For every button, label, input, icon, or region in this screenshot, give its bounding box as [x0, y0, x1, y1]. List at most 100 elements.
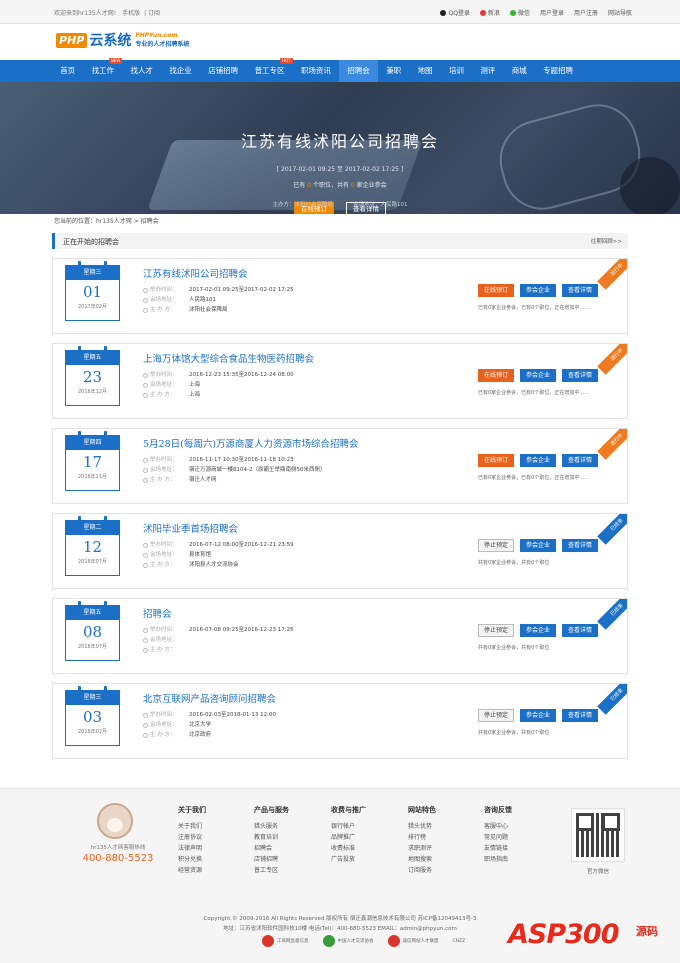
top-bar-left: 欢迎来到hr135人才网! 手机版 | 订阅 — [54, 10, 161, 17]
badge-cnzz[interactable]: CNZZ — [453, 935, 466, 947]
weibo-login[interactable]: 新浪 — [479, 8, 500, 17]
site-nav[interactable]: 网站导航 — [608, 8, 632, 17]
footer-link[interactable]: 关于我们 — [178, 821, 206, 832]
host-icon — [143, 307, 148, 313]
nav-item-label: 专题招聘 — [543, 66, 574, 75]
footer-link[interactable]: 品牌推广 — [331, 832, 366, 843]
nav-item[interactable]: 测评 — [472, 60, 503, 82]
view-detail-button[interactable]: 查看详情 — [562, 709, 598, 722]
section-title: 正在开始的招聘会 — [63, 238, 119, 246]
nav-item[interactable]: 店铺招聘 — [200, 60, 246, 82]
nav-item[interactable]: 职场资讯 — [293, 60, 339, 82]
book-button[interactable]: 在线预订 — [478, 454, 514, 467]
footer-link[interactable]: 店铺招聘 — [254, 854, 289, 865]
footer-link[interactable]: 地图搜索 — [408, 854, 436, 865]
view-detail-button[interactable]: 查看详情 — [562, 284, 598, 297]
user-login[interactable]: 用户登录 — [540, 8, 564, 17]
calendar-icon: 星期五 08 2016年07月 — [65, 601, 120, 661]
nav-item-label: 测评 — [480, 66, 496, 75]
footer-link[interactable]: 收费标准 — [331, 843, 366, 854]
fair-venue-row: 会场地址： 上海 — [143, 380, 468, 390]
fair-title[interactable]: 北京互联网产品咨询顾问招聘会 — [143, 691, 468, 705]
join-companies-button[interactable]: 参会企业 — [520, 284, 556, 297]
footer-link[interactable]: 求职测评 — [408, 843, 436, 854]
fair-day: 01 — [82, 283, 103, 301]
nav-item[interactable]: 培训 — [441, 60, 472, 82]
nav-item[interactable]: 商城 — [504, 60, 535, 82]
footer-link[interactable]: 猎头优势 — [408, 821, 436, 832]
mobile-link[interactable]: 手机版 — [122, 10, 140, 17]
nav-item[interactable]: 找工作 NEW — [83, 58, 123, 82]
footer-link[interactable]: 教育培训 — [254, 832, 289, 843]
fair-card: 星期二 12 2016年07月 沭阳毕业季首场招聘会 举办时间： 2016-07-12 0… — [52, 513, 628, 589]
wechat-login[interactable]: 微信 — [509, 8, 530, 17]
fair-time-row: 举办时间： 2016-07-12 08:00至2016-12-21 23:59 — [143, 540, 468, 550]
fair-day: 17 — [82, 453, 103, 471]
footer-link[interactable]: 招聘会 — [254, 843, 289, 854]
footer-link[interactable]: 经营资源 — [178, 865, 206, 876]
fair-title[interactable]: 招聘会 — [143, 606, 468, 620]
footer-link[interactable]: 客服中心 — [484, 821, 512, 832]
banner-footer: 主办方：沭阳社会保障局 会场地址：人民路101 — [272, 202, 408, 208]
view-detail-button[interactable]: 查看详情 — [562, 369, 598, 382]
view-detail-button[interactable]: 查看详情 — [562, 454, 598, 467]
footer-link[interactable]: 普工专区 — [254, 865, 289, 876]
view-detail-button[interactable]: 查看详情 — [562, 624, 598, 637]
fair-weekday: 星期三 — [66, 261, 119, 280]
nav-item[interactable]: 兼职 — [378, 60, 409, 82]
trust-badges: 工商网监督信息 中国人才交流协会 诚信网站人才联盟 CNZZ — [262, 935, 465, 947]
join-companies-button[interactable]: 参会企业 — [520, 709, 556, 722]
nav-item[interactable]: 找人才 — [122, 60, 161, 82]
badge-credit[interactable]: 诚信网站人才联盟 — [387, 935, 439, 947]
history-link[interactable]: 往期回顾>> — [591, 237, 622, 245]
fair-info: 沭阳毕业季首场招聘会举办时间： 2016-07-12 08:00至2016-12-… — [143, 521, 468, 570]
fair-info: 上海万体馆大型综合食品生物医药招聘会 举办时间： 2016-12-23 15:35至… — [143, 351, 468, 400]
badge-gongshang[interactable]: 工商网监督信息 — [262, 935, 309, 947]
welcome-text: 欢迎来到hr135人才网! — [54, 10, 117, 17]
nav-item[interactable]: 地图 — [409, 60, 440, 82]
join-companies-button[interactable]: 参会企业 — [520, 454, 556, 467]
footer-link[interactable]: 猎头服务 — [254, 821, 289, 832]
fair-title[interactable]: 上海万体馆大型综合食品生物医药招聘会 — [143, 351, 468, 365]
footer-link[interactable]: 积分兑换 — [178, 854, 206, 865]
clock-icon — [143, 457, 148, 463]
fair-title[interactable]: 5月28日(每周六)万源商厦人力资源市场综合招聘会 — [143, 436, 468, 450]
fair-title[interactable]: 沭阳毕业季首场招聘会 — [143, 521, 468, 535]
subscribe-link[interactable]: 订阅 — [148, 10, 160, 17]
fair-actions: 停止预定 参会企业 查看详情 — [478, 539, 598, 552]
fair-title[interactable]: 江苏有线沭阳公司招聘会 — [143, 266, 468, 280]
fair-host-row: 主 办 方： 北京政府 — [143, 730, 468, 740]
footer-link[interactable]: 友情链接 — [484, 843, 512, 854]
user-register[interactable]: 用户注册 — [574, 8, 598, 17]
nav-item[interactable]: 首页 — [52, 60, 83, 82]
footer-link[interactable]: 职场指南 — [484, 854, 512, 865]
badge-talent[interactable]: 中国人才交流协会 — [322, 935, 374, 947]
footer-link[interactable]: 常见问题 — [484, 832, 512, 843]
fair-card: 星期三 01 2017年02月 江苏有线沭阳公司招聘会 举办时间： 2017-02-01 … — [52, 258, 628, 334]
join-companies-button[interactable]: 参会企业 — [520, 369, 556, 382]
nav-item[interactable]: 招聘会 — [339, 60, 378, 82]
join-companies-button[interactable]: 参会企业 — [520, 539, 556, 552]
qq-login[interactable]: QQ登录 — [440, 8, 470, 17]
fair-card: 星期五 08 2016年07月 招聘会 举办时间： 2016-07-08 09:25至20… — [52, 598, 628, 674]
join-companies-button[interactable]: 参会企业 — [520, 624, 556, 637]
nav-item[interactable]: 普工专区 HOT — [246, 58, 293, 82]
stop-button[interactable]: 停止预定 — [478, 709, 514, 722]
nav-item[interactable]: 专题招聘 — [535, 60, 581, 82]
nav-item[interactable]: 找企业 — [161, 60, 200, 82]
service-avatar-icon — [97, 803, 133, 839]
footer-link[interactable]: 订阅服务 — [408, 865, 436, 876]
footer-link[interactable]: 排行榜 — [408, 832, 436, 843]
stop-button[interactable]: 停止预定 — [478, 624, 514, 637]
book-button[interactable]: 在线预订 — [478, 284, 514, 297]
status-ribbon: 进行中 — [597, 259, 627, 290]
footer-link[interactable]: 银行帐户 — [331, 821, 366, 832]
view-detail-button[interactable]: 查看详情 — [562, 539, 598, 552]
footer-link[interactable]: 广告投放 — [331, 854, 366, 865]
fair-info: 江苏有线沭阳公司招聘会 举办时间： 2017-02-01 09:25至2017-02… — [143, 266, 468, 315]
footer-link[interactable]: 法律声明 — [178, 843, 206, 854]
site-logo[interactable]: PHP 云系统 PHPYun.com 专业的人才招聘系统 — [56, 30, 189, 50]
book-button[interactable]: 在线预订 — [478, 369, 514, 382]
footer-link[interactable]: 注册协议 — [178, 832, 206, 843]
stop-button[interactable]: 停止预定 — [478, 539, 514, 552]
